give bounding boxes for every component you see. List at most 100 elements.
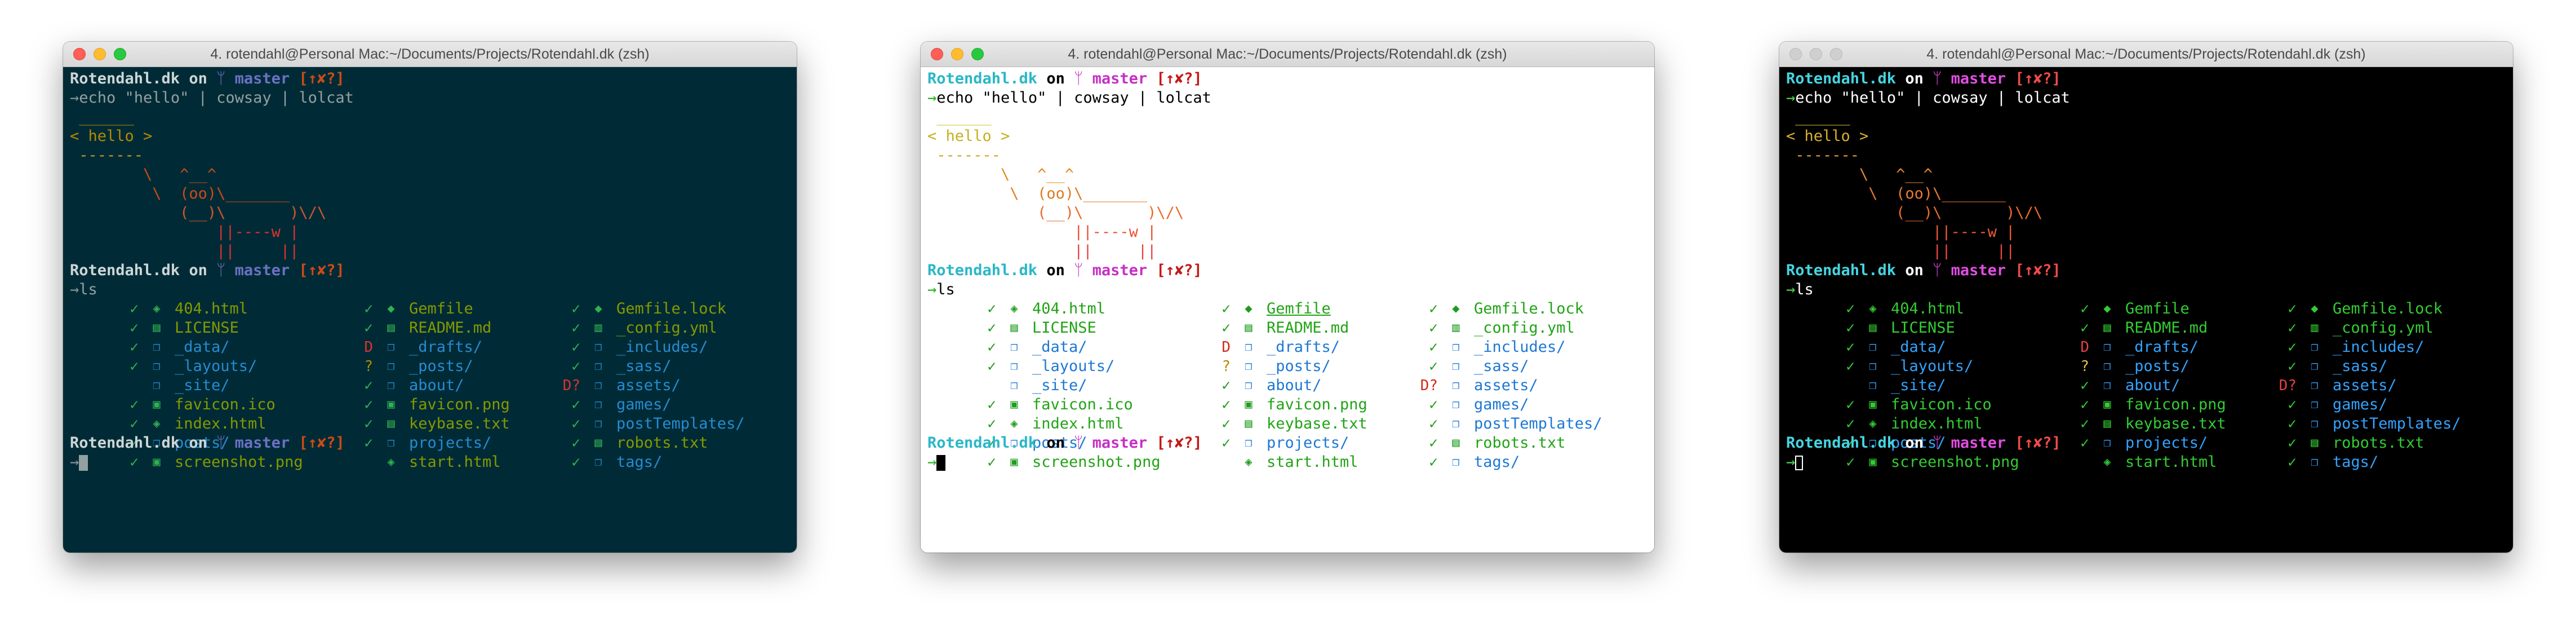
ls-entry-name[interactable]: Gemfile — [1267, 299, 1331, 319]
minimize-button[interactable] — [951, 48, 963, 60]
ls-entry-name[interactable]: 404.html — [1032, 299, 1105, 319]
ls-entry-name[interactable]: Gemfile.lock — [1474, 299, 1584, 319]
terminal-cursor[interactable] — [79, 454, 88, 471]
zoom-button[interactable] — [971, 48, 984, 60]
command-line[interactable]: → — [70, 453, 790, 472]
ls-entry-name[interactable]: _drafts/ — [409, 338, 482, 357]
ls-entry-name[interactable]: about/ — [409, 376, 464, 395]
ls-entry-name[interactable]: _includes/ — [616, 338, 708, 357]
minimize-button[interactable] — [1810, 48, 1822, 60]
ls-entry-name[interactable]: README.md — [2125, 319, 2208, 338]
ls-entry-name[interactable]: _posts/ — [1267, 357, 1331, 376]
ls-entry-name[interactable]: _config.yml — [2333, 319, 2433, 338]
git-status-indicator: ✓ — [2288, 358, 2297, 375]
terminal-body[interactable]: Rotendahl.dk on ᛘ master [↑✘?] →echo "hel… — [921, 67, 1654, 553]
ls-entry-name[interactable]: README.md — [1267, 319, 1349, 338]
close-button[interactable] — [73, 48, 86, 60]
ls-entry-name[interactable]: _sass/ — [2333, 357, 2388, 376]
ls-entry-name[interactable]: _site/ — [175, 376, 230, 395]
ls-entry-name[interactable]: favicon.ico — [175, 395, 276, 414]
ls-entry-name[interactable]: keybase.txt — [409, 414, 510, 434]
zoom-button[interactable] — [114, 48, 126, 60]
ls-entry-name[interactable]: games/ — [1474, 395, 1529, 414]
ls-entry-name[interactable]: _drafts/ — [2125, 338, 2199, 357]
ls-entry-name[interactable]: _layouts/ — [175, 357, 257, 376]
git-branch-icon: ᛘ — [1074, 262, 1083, 279]
zoom-button[interactable] — [1830, 48, 1842, 60]
ls-entry-name[interactable]: favicon.ico — [1891, 395, 1992, 414]
ls-entry-name[interactable]: 404.html — [175, 299, 248, 319]
ls-entry-name[interactable]: _posts/ — [2125, 357, 2189, 376]
terminal-cursor[interactable] — [1795, 455, 1804, 470]
ls-entry-name[interactable]: _site/ — [1032, 376, 1087, 395]
ls-entry-name[interactable]: postTemplates/ — [616, 414, 745, 434]
ls-entry-name[interactable]: Gemfile — [2125, 299, 2189, 319]
ls-entry-name[interactable]: _layouts/ — [1032, 357, 1114, 376]
ls-entry-name[interactable]: assets/ — [1474, 376, 1538, 395]
command-line[interactable]: → — [927, 453, 1647, 472]
git-branch-name: master — [1951, 70, 2006, 87]
ls-entry-name[interactable]: _sass/ — [1474, 357, 1529, 376]
ls-entry-name[interactable]: _includes/ — [2333, 338, 2424, 357]
terminal-cursor[interactable] — [936, 454, 946, 471]
prompt-dir: Rotendahl.dk — [1786, 262, 1897, 279]
command-text: echo "hello" | cowsay | lolcat — [1795, 89, 2070, 107]
git-status-indicator: ✓ — [2288, 396, 2297, 413]
ls-entry-name[interactable]: assets/ — [616, 376, 681, 395]
ls-entry-name[interactable]: about/ — [1267, 376, 1322, 395]
command-line[interactable]: → — [1786, 453, 2506, 472]
ls-entry-name[interactable]: favicon.png — [1267, 395, 1367, 414]
ls-entry-name[interactable]: keybase.txt — [2125, 414, 2226, 434]
ls-entry-name[interactable]: keybase.txt — [1267, 414, 1367, 434]
ls-entry-name[interactable]: _site/ — [1891, 376, 1946, 395]
ls-entry-name[interactable]: LICENSE — [1891, 319, 1955, 338]
ls-entry-name[interactable]: _drafts/ — [1267, 338, 1340, 357]
ls-entry-name[interactable]: Gemfile.lock — [2333, 299, 2442, 319]
ls-entry-name[interactable]: favicon.ico — [1032, 395, 1133, 414]
command-text: echo "hello" | cowsay | lolcat — [79, 89, 354, 107]
git-status-indicator: ✓ — [1429, 320, 1438, 337]
ls-entry-name[interactable]: LICENSE — [175, 319, 239, 338]
git-status-indicator: D — [364, 339, 373, 356]
ls-entry-name[interactable]: _data/ — [175, 338, 230, 357]
ls-entry-name[interactable]: favicon.png — [2125, 395, 2226, 414]
ls-entry-name[interactable]: _layouts/ — [1891, 357, 1973, 376]
ls-entry-name[interactable]: LICENSE — [1032, 319, 1096, 338]
ls-entry-name[interactable]: 404.html — [1891, 299, 1964, 319]
ls-entry-name[interactable]: README.md — [409, 319, 491, 338]
cowsay-line: \ ^__^ — [927, 166, 1074, 183]
ls-entry: ? ❐ _posts/ — [2061, 357, 2189, 376]
ls-entry-name[interactable]: _data/ — [1032, 338, 1087, 357]
window-titlebar[interactable]: 4. rotendahl@Personal Mac:~/Documents/Pr… — [921, 42, 1654, 67]
window-title: 4. rotendahl@Personal Mac:~/Documents/Pr… — [210, 46, 650, 62]
ls-entry-name[interactable]: Gemfile.lock — [616, 299, 726, 319]
minimize-button[interactable] — [94, 48, 106, 60]
terminal-body[interactable]: Rotendahl.dk on ᛘ master [↑✘?] →echo "hel… — [1779, 67, 2513, 553]
ls-entry-name[interactable]: _sass/ — [616, 357, 672, 376]
markdown-file-icon: ▤ — [2103, 321, 2111, 335]
git-status-indicator: ✓ — [130, 320, 139, 337]
terminal-body[interactable]: Rotendahl.dk on ᛘ master [↑✘?] →echo "hel… — [63, 67, 797, 553]
ls-entry-name[interactable]: _data/ — [1891, 338, 1946, 357]
git-status-indicator: D — [1222, 339, 1231, 356]
ls-entry-name[interactable]: index.html — [1032, 414, 1124, 434]
ls-entry-name[interactable]: _config.yml — [616, 319, 717, 338]
ls-entry-name[interactable]: assets/ — [2333, 376, 2397, 395]
ls-entry-name[interactable]: games/ — [2333, 395, 2388, 414]
ls-entry-name[interactable]: postTemplates/ — [2333, 414, 2461, 434]
ls-entry-name[interactable]: Gemfile — [409, 299, 473, 319]
ls-entry-name[interactable]: index.html — [1891, 414, 1983, 434]
ls-entry-name[interactable]: favicon.png — [409, 395, 510, 414]
ls-entry-name[interactable]: about/ — [2125, 376, 2180, 395]
window-titlebar[interactable]: 4. rotendahl@Personal Mac:~/Documents/Pr… — [1779, 42, 2513, 67]
ls-entry-name[interactable]: _config.yml — [1474, 319, 1575, 338]
ls-entry-name[interactable]: _includes/ — [1474, 338, 1566, 357]
close-button[interactable] — [1789, 48, 1802, 60]
ls-entry-name[interactable]: _posts/ — [409, 357, 473, 376]
ls-entry-name[interactable]: games/ — [616, 395, 672, 414]
ls-entry-name[interactable]: postTemplates/ — [1474, 414, 1602, 434]
ls-entry-name[interactable]: index.html — [175, 414, 267, 434]
close-button[interactable] — [931, 48, 943, 60]
folder-icon: ❐ — [1452, 378, 1460, 392]
window-titlebar[interactable]: 4. rotendahl@Personal Mac:~/Documents/Pr… — [63, 42, 797, 67]
